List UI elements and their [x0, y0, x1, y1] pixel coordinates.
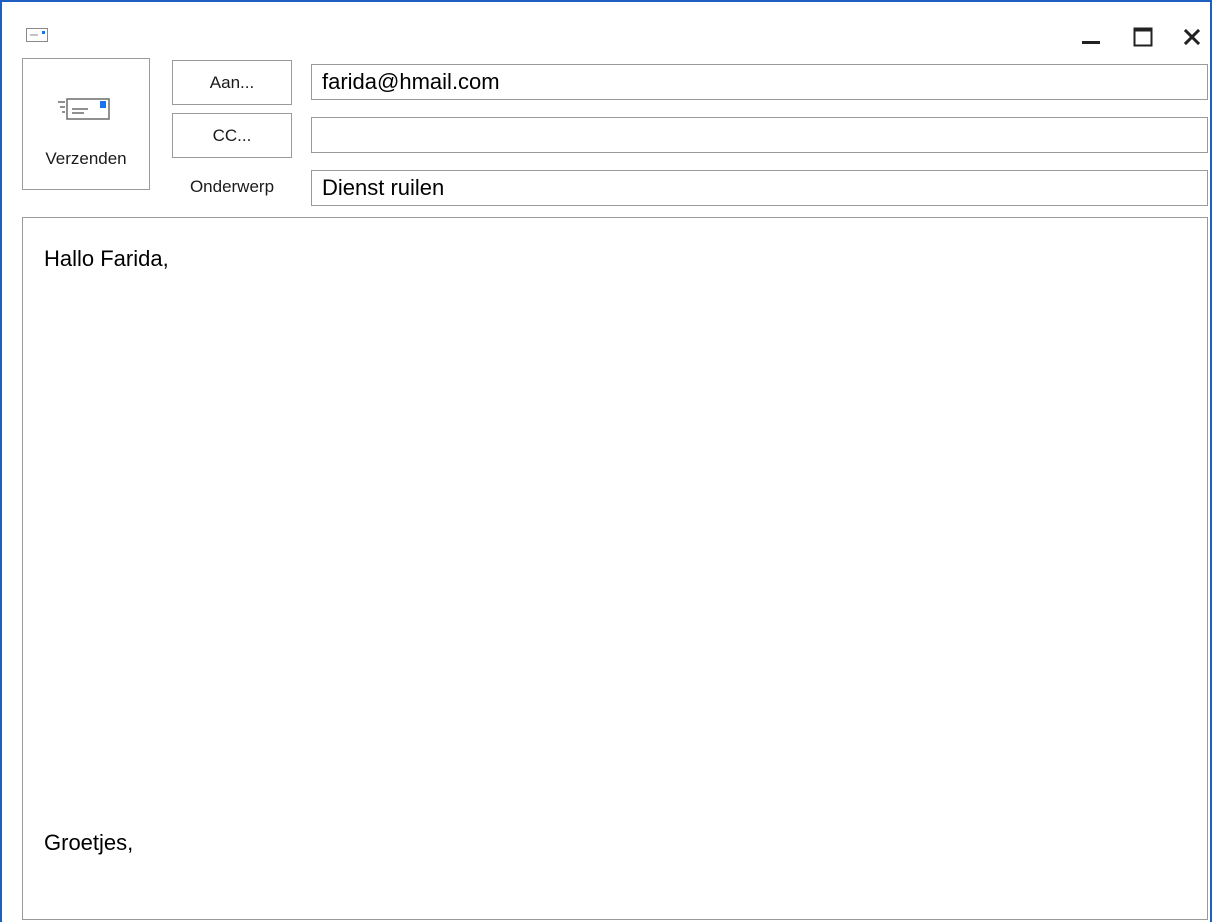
message-greeting: Hallo Farida,	[44, 246, 169, 271]
maximize-icon[interactable]	[1130, 24, 1156, 50]
to-button[interactable]: Aan...	[172, 60, 292, 105]
minimize-icon[interactable]	[1078, 24, 1104, 50]
send-button-label: Verzenden	[45, 149, 127, 168]
subject-field[interactable]: Dienst ruilen	[311, 170, 1208, 206]
to-field[interactable]: farida@hmail.com	[311, 64, 1208, 100]
message-closing: Groetjes,	[44, 830, 134, 855]
send-mail-icon	[58, 98, 110, 125]
cc-button[interactable]: CC...	[172, 113, 292, 158]
envelope-icon	[26, 28, 48, 42]
subject-label: Onderwerp	[189, 177, 275, 196]
message-body[interactable]: Hallo Farida, Groetjes,	[22, 217, 1208, 920]
compose-window: Verzenden Aan... CC... Onderwerp farida@…	[0, 0, 1212, 922]
close-icon[interactable]	[1179, 24, 1205, 50]
cc-field[interactable]	[311, 117, 1208, 153]
